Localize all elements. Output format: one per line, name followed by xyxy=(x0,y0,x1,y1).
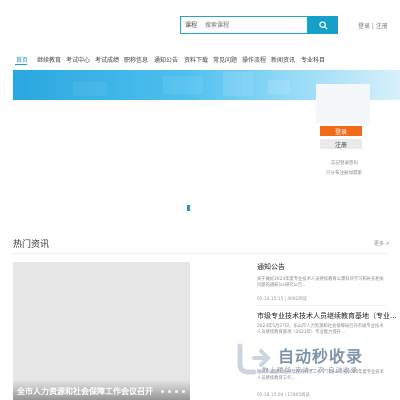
nav-item-process[interactable]: 操作流程 xyxy=(242,55,266,64)
login-button[interactable]: 登录 xyxy=(320,126,362,136)
carousel-dot[interactable] xyxy=(161,390,164,393)
nav-item-home[interactable]: 首页 xyxy=(16,55,28,64)
nav-active-indicator xyxy=(15,64,27,65)
nav-item-exam-center[interactable]: 考试中心 xyxy=(66,55,90,64)
search-type-selector[interactable]: 课程 xyxy=(185,20,197,29)
search-icon xyxy=(318,20,328,30)
news-item-meta: 05-28 15:09 | 15905阅读 xyxy=(257,393,310,398)
nav-item-notices[interactable]: 通知公告 xyxy=(154,55,178,64)
nav-item-title-info[interactable]: 职称信息 xyxy=(124,55,148,64)
news-item-title[interactable]: 市级专业技术技术人员继续教育基地（专业... xyxy=(257,311,397,321)
section-title-hot-news: 热门资讯 xyxy=(13,240,50,250)
nav-item-subjects[interactable]: 专业科目 xyxy=(301,55,325,64)
news-item-meta: 05-14 15:15 | 4092阅读 xyxy=(257,297,307,302)
forgot-password-link[interactable]: 忘记登录密码 xyxy=(331,160,358,166)
nav-item-exam-results[interactable]: 考试成绩 xyxy=(95,55,119,64)
login-panel-background xyxy=(316,84,370,124)
carousel-dot[interactable] xyxy=(182,390,185,393)
featured-news-caption[interactable]: 全市人力资源和社会保障工作会议召开 xyxy=(17,386,153,397)
news-item-title[interactable]: 通知公告 xyxy=(257,262,285,272)
carousel-dot[interactable] xyxy=(168,390,171,393)
carousel-dot[interactable] xyxy=(175,390,178,393)
register-help-link[interactable]: 只分布注册加盟家 xyxy=(326,170,362,176)
nav-item-news[interactable]: 新闻资讯 xyxy=(271,55,295,64)
search-box: 课程 xyxy=(180,16,308,34)
section-divider xyxy=(13,253,388,254)
news-item-summary: 2023年5月27日，乐山市人力资源和社会保障局召开市级专业技术人员继续教育基地… xyxy=(257,324,384,335)
login-register-link[interactable]: 登录 | 注册 xyxy=(358,21,388,30)
slider-indicator[interactable] xyxy=(187,205,190,211)
search-input[interactable] xyxy=(205,19,305,31)
watermark-subtitle: 数上精华·来访一次·自动收录 xyxy=(262,366,359,374)
nav-item-faq[interactable]: 常见问题 xyxy=(213,55,237,64)
news-item-summary: 关于做好2024年度专业技术人员继续教育公需科目学习和补充相关问题的通知(sx研… xyxy=(257,277,384,288)
more-news-link[interactable]: 更多 > xyxy=(374,240,390,247)
search-button[interactable] xyxy=(308,16,338,34)
nav-item-downloads[interactable]: 资料下载 xyxy=(184,55,208,64)
nav-item-continuing-education[interactable]: 继续教育 xyxy=(37,55,61,64)
news-item-divider xyxy=(257,305,387,306)
register-button[interactable]: 注册 xyxy=(320,139,362,149)
featured-news-image[interactable]: 全市人力资源和社会保障工作会议召开 xyxy=(13,262,190,400)
